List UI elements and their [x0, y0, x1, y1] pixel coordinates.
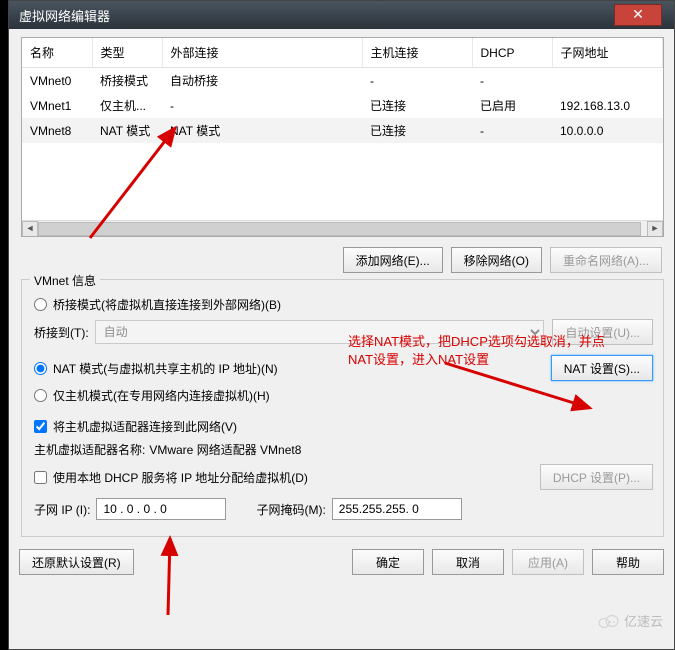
col-name[interactable]: 名称 [22, 38, 92, 68]
use-dhcp-label: 使用本地 DHCP 服务将 IP 地址分配给虚拟机(D) [53, 469, 308, 486]
apply-button: 应用(A) [512, 549, 584, 575]
col-dhcp[interactable]: DHCP [472, 38, 552, 68]
title-bar: 虚拟网络编辑器 ✕ [9, 1, 674, 29]
table-row[interactable]: VMnet0 桥接模式 自动桥接 - - [22, 68, 663, 94]
bridge-radio[interactable] [34, 298, 47, 311]
add-network-button[interactable]: 添加网络(E)... [343, 247, 443, 273]
adapter-name-label: 主机虚拟适配器名称: [34, 441, 145, 458]
subnet-ip-label: 子网 IP (I): [34, 501, 90, 518]
bridge-to-label: 桥接到(T): [34, 324, 89, 341]
adapter-name-value: VMware 网络适配器 VMnet8 [149, 441, 301, 458]
remove-network-button[interactable]: 移除网络(O) [451, 247, 542, 273]
restore-defaults-button[interactable]: 还原默认设置(R) [19, 549, 134, 575]
group-title: VMnet 信息 [30, 272, 100, 289]
horizontal-scrollbar[interactable]: ◄ ► [22, 220, 663, 236]
use-dhcp-checkbox[interactable] [34, 471, 47, 484]
col-ext[interactable]: 外部连接 [162, 38, 362, 68]
subnet-mask-input[interactable] [332, 498, 462, 520]
cancel-button[interactable]: 取消 [432, 549, 504, 575]
scroll-left-icon[interactable]: ◄ [22, 221, 38, 237]
close-button[interactable]: ✕ [614, 4, 662, 26]
nat-label: NAT 模式(与虚拟机共享主机的 IP 地址)(N) [53, 360, 278, 377]
annotation-text: 选择NAT模式，把DHCP选项勾选取消，并点 NAT设置，进入NAT设置 [348, 333, 605, 369]
network-table[interactable]: 名称 类型 外部连接 主机连接 DHCP 子网地址 VMnet0 桥接模式 自动… [21, 37, 664, 237]
dhcp-settings-button: DHCP 设置(P)... [540, 464, 653, 490]
nat-radio[interactable] [34, 362, 47, 375]
help-button[interactable]: 帮助 [592, 549, 664, 575]
vmnet-info-group: VMnet 信息 桥接模式(将虚拟机直接连接到外部网络)(B) 桥接到(T): … [21, 279, 664, 537]
hostonly-radio[interactable] [34, 389, 47, 402]
bridge-label: 桥接模式(将虚拟机直接连接到外部网络)(B) [53, 296, 281, 313]
col-subnet[interactable]: 子网地址 [552, 38, 663, 68]
table-row[interactable]: VMnet8 NAT 模式 NAT 模式 已连接 - 10.0.0.0 [22, 118, 663, 143]
scroll-right-icon[interactable]: ► [647, 221, 663, 237]
col-type[interactable]: 类型 [92, 38, 162, 68]
connect-host-checkbox[interactable] [34, 420, 47, 433]
table-row[interactable]: VMnet1 仅主机... - 已连接 已启用 192.168.13.0 [22, 93, 663, 118]
hostonly-label: 仅主机模式(在专用网络内连接虚拟机)(H) [53, 387, 270, 404]
subnet-ip-input[interactable] [96, 498, 226, 520]
window-title: 虚拟网络编辑器 [19, 6, 110, 25]
col-host[interactable]: 主机连接 [362, 38, 472, 68]
ok-button[interactable]: 确定 [352, 549, 424, 575]
rename-network-button: 重命名网络(A)... [550, 247, 662, 273]
watermark: 亿速云 [598, 611, 663, 630]
connect-host-label: 将主机虚拟适配器连接到此网络(V) [53, 418, 237, 435]
subnet-mask-label: 子网掩码(M): [256, 501, 325, 518]
scrollbar-thumb[interactable] [38, 222, 641, 236]
